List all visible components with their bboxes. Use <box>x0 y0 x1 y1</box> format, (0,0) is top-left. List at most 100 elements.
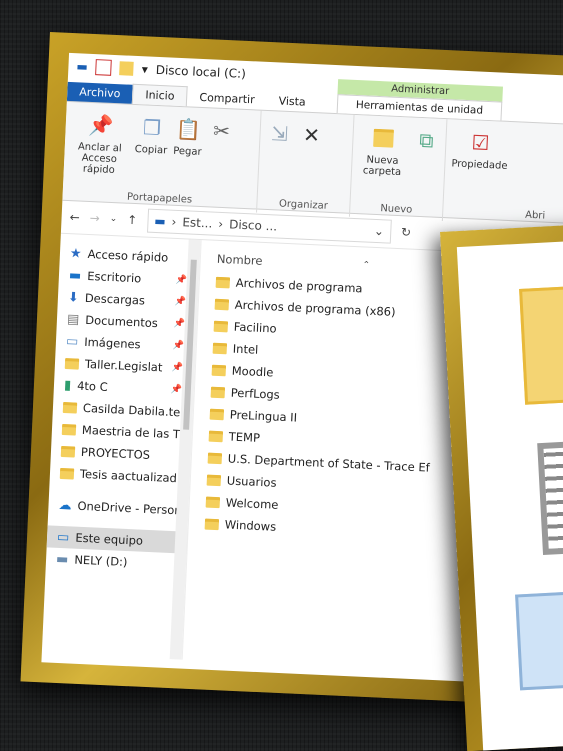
sidebar-item-label: Descargas <box>84 290 146 308</box>
large-folder-icon <box>519 284 563 405</box>
folder-icon <box>60 445 76 458</box>
recent-chevron-icon[interactable]: ⌄ <box>109 214 117 224</box>
pin-icon[interactable]: 📌 <box>171 363 183 373</box>
folder-icon <box>212 342 228 354</box>
tab-file[interactable]: Archivo <box>66 81 133 104</box>
back-arrow-icon[interactable]: ← <box>69 210 80 224</box>
large-document-icon <box>537 439 563 556</box>
clipboard-group: 📌 Anclar al Acceso rápido ❐ Copiar 📋 Peg… <box>62 101 262 213</box>
properties-label: Propiedade <box>451 158 508 172</box>
sort-up-icon: ⌃ <box>362 260 371 271</box>
file-name: Usuarios <box>226 473 277 490</box>
file-name: Intel <box>232 341 259 357</box>
up-arrow-icon[interactable]: ↑ <box>127 213 138 227</box>
move-icon: ⇲ <box>270 121 289 146</box>
file-name: Windows <box>224 517 277 534</box>
sidebar-item-label: OneDrive - Persor <box>77 498 180 518</box>
folder-icon <box>210 386 226 398</box>
copy-icon: ❐ <box>142 115 162 141</box>
onedrive-icon: ☁ <box>58 497 72 513</box>
copy-label: Copiar <box>134 143 168 157</box>
folder-icon <box>62 401 78 414</box>
sidebar-item-label: Casilda Dabila.te <box>82 400 181 420</box>
sidebar-item-label: Taller.Legislat <box>84 356 163 375</box>
pin-icon[interactable]: 📌 <box>172 341 184 351</box>
file-name: Facilino <box>233 319 277 336</box>
sidebar-item-label: Escritorio <box>86 268 142 286</box>
file-name: PerfLogs <box>230 385 281 402</box>
column-name[interactable]: Nombre <box>217 252 263 268</box>
sidebar-item-label: Maestria de las T <box>81 422 181 442</box>
new-item-icon: ⧉ <box>418 127 435 153</box>
desktop-icon: ▬ <box>68 267 82 284</box>
file-name: TEMP <box>228 429 261 445</box>
breadcrumb-local-disk[interactable]: Disco ... <box>229 217 278 233</box>
pin-icon: 📌 <box>87 112 114 138</box>
green-folder-icon: ▮ <box>63 377 72 393</box>
file-name: Archivos de programa (x86) <box>234 297 396 319</box>
folder-icon <box>61 423 77 436</box>
drive-icon: ▬ <box>153 213 166 229</box>
file-name: Moodle <box>231 363 274 380</box>
new-folder-label: Nueva carpeta <box>362 154 402 179</box>
folder-icon <box>215 276 231 288</box>
pictures-icon: ▭ <box>65 333 79 350</box>
computer-icon: ▭ <box>56 529 70 545</box>
file-name: Welcome <box>225 495 279 512</box>
properties-icon: ☑ <box>470 130 490 156</box>
folder-icon <box>205 496 221 508</box>
sidebar-item-label: Este equipo <box>75 530 144 548</box>
paste-icon: 📋 <box>175 116 202 142</box>
sidebar-item-label: 4to C <box>76 378 108 394</box>
scissors-icon: ✂ <box>212 118 231 144</box>
file-name: PreLingua II <box>229 407 298 425</box>
drive-icon: ▬ <box>55 551 69 567</box>
file-name: Archivos de programa <box>235 275 363 296</box>
pin-icon[interactable]: 📌 <box>174 297 186 307</box>
drive-icon: ▬ <box>76 59 89 74</box>
folder-icon <box>207 452 223 464</box>
delete-icon: ✕ <box>302 122 321 148</box>
pin-label: Anclar al Acceso rápido <box>77 141 122 177</box>
organize-group: ⇲ ✕ Organizar <box>257 110 355 217</box>
sidebar-item-label: PROYECTOS <box>80 444 151 462</box>
breadcrumb-separator-icon: › <box>171 214 177 229</box>
folder-icon <box>213 320 229 332</box>
document-icon: ▤ <box>66 311 80 328</box>
forward-arrow-icon[interactable]: → <box>89 211 100 225</box>
folder-icon <box>204 518 220 530</box>
folder-icon <box>214 298 230 310</box>
tab-share[interactable]: Compartir <box>187 87 267 110</box>
pin-icon[interactable]: 📌 <box>170 385 182 395</box>
folder-icon <box>206 474 222 486</box>
sidebar-item[interactable]: ☁ OneDrive - Persor <box>48 493 189 521</box>
folder-icon <box>59 467 75 480</box>
dropdown-arrow-icon[interactable]: ▾ <box>141 62 148 76</box>
paste-label: Pegar <box>172 145 202 158</box>
breadcrumb-separator-icon: › <box>218 216 224 232</box>
sidebar-item-label: NELY (D:) <box>74 552 128 570</box>
sidebar-item-label: Imágenes <box>83 334 141 352</box>
window-title: Disco local (C:) <box>155 62 247 81</box>
breadcrumb-this-pc[interactable]: Est... <box>182 215 213 230</box>
folder-icon <box>64 357 80 370</box>
new-folder-icon <box>370 124 397 153</box>
tab-view[interactable]: Vista <box>266 91 318 112</box>
new-group: Nueva carpeta ⧉ Nuevo <box>349 114 448 222</box>
folder-icon <box>211 364 227 376</box>
sidebar-item-label: Tesis aactualizad <box>79 466 178 486</box>
refresh-icon[interactable]: ↻ <box>401 225 412 239</box>
pin-icon[interactable]: 📌 <box>173 319 185 329</box>
open-group: ☑ Propiedade Abri <box>443 119 550 226</box>
download-icon: ⬇ <box>67 289 80 306</box>
address-dropdown-icon[interactable]: ⌄ <box>374 224 385 238</box>
folder-icon <box>208 430 224 442</box>
pin-icon[interactable]: 📌 <box>175 275 187 285</box>
large-tools-icon <box>515 589 563 691</box>
tab-home[interactable]: Inicio <box>131 83 188 107</box>
sidebar-item-label: Acceso rápido <box>87 246 169 265</box>
folder-icon[interactable] <box>119 61 135 76</box>
zoomed-icons-panel <box>456 238 563 751</box>
checkbox-icon[interactable] <box>95 59 113 76</box>
sidebar-item-label: Documentos <box>84 312 159 331</box>
